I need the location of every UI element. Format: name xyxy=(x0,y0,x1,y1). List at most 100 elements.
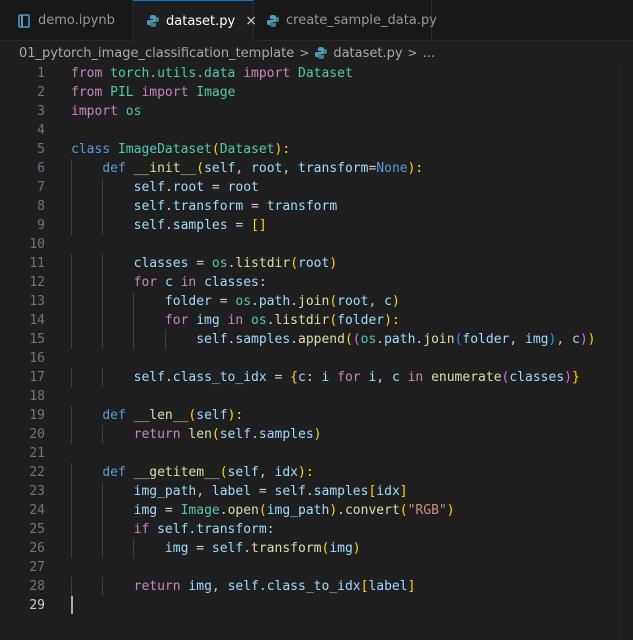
line-number: 20 xyxy=(29,427,45,442)
code-token: self xyxy=(196,408,228,423)
code-token: [] xyxy=(251,218,267,233)
code-token: samples xyxy=(172,218,228,233)
code-line[interactable]: 22 def __getitem__(self, idx): xyxy=(0,463,633,482)
code-token: os xyxy=(360,332,377,347)
code-line[interactable]: 19 def __len__(self): xyxy=(0,406,633,425)
code-line[interactable]: 8 self.transform = transform xyxy=(0,197,633,216)
code-line[interactable]: 9 self.samples = [] xyxy=(0,216,633,235)
code-text: img = Image.open(img_path).convert("RGB"… xyxy=(71,501,455,520)
code-line[interactable]: 13 folder = os.path.join(root, c) xyxy=(0,292,633,311)
code-line[interactable]: 7 self.root = root xyxy=(0,178,633,197)
indent-guide xyxy=(102,311,104,330)
code-token: } xyxy=(571,370,580,385)
code-token: self xyxy=(133,199,165,214)
chevron-right-icon: > xyxy=(299,46,310,60)
code-line[interactable]: 20 return len(self.samples) xyxy=(0,425,633,444)
code-token: c xyxy=(391,370,400,385)
code-token: folder xyxy=(337,313,385,328)
code-token: ] xyxy=(399,484,408,499)
code-line[interactable]: 18 xyxy=(0,387,633,406)
code-line[interactable]: 21 xyxy=(0,444,633,463)
code-line[interactable]: 10 xyxy=(0,235,633,254)
indent-guide xyxy=(102,577,104,596)
tab-create-sample-data-py[interactable]: create_sample_data.py xyxy=(254,0,437,41)
code-line[interactable]: 14 for img in os.listdir(folder): xyxy=(0,311,633,330)
python-icon xyxy=(146,13,160,29)
code-token: root xyxy=(251,161,283,176)
code-token: ( xyxy=(329,313,338,328)
tab-demo-ipynb[interactable]: demo.ipynb xyxy=(0,0,133,41)
code-token: root xyxy=(172,180,205,195)
code-token: classes xyxy=(204,275,259,290)
indent-guide xyxy=(71,273,72,292)
code-text: classes = os.listdir(root) xyxy=(71,254,338,273)
code-line[interactable]: 11 classes = os.listdir(root) xyxy=(0,254,633,273)
code-token: = xyxy=(157,503,181,518)
code-token: self xyxy=(227,465,259,480)
indent-guide xyxy=(71,463,72,482)
code-line[interactable]: 29 xyxy=(0,596,633,615)
line-number: 2 xyxy=(37,85,45,100)
indent-guide xyxy=(71,501,72,520)
code-line[interactable]: 4 xyxy=(0,121,633,140)
code-line[interactable]: 12 for c in classes: xyxy=(0,273,633,292)
line-number: 23 xyxy=(29,484,45,499)
code-token: import xyxy=(243,66,291,81)
code-token: . xyxy=(219,503,228,518)
code-token: . xyxy=(243,541,252,556)
code-line[interactable]: 28 return img, self.class_to_idx[label] xyxy=(0,577,633,596)
code-token: img xyxy=(329,541,353,556)
code-text: return img, self.class_to_idx[label] xyxy=(71,577,416,596)
code-token: def xyxy=(102,408,134,423)
indent-guide xyxy=(133,311,135,330)
tab-dataset-py[interactable]: dataset.py × xyxy=(133,0,257,41)
code-token: , xyxy=(258,465,275,480)
code-text: img = self.transform(img) xyxy=(71,539,361,558)
code-token: img xyxy=(196,313,220,328)
code-text: from PIL import Image xyxy=(71,83,235,102)
code-line[interactable]: 6 def __init__(self, root, transform=Non… xyxy=(0,159,633,178)
line-number: 13 xyxy=(29,294,45,309)
code-line[interactable]: 5 class ImageDataset(Dataset): xyxy=(0,140,633,159)
code-line[interactable]: 27 xyxy=(0,558,633,577)
code-token: ) xyxy=(329,503,338,518)
indent-guide xyxy=(71,425,72,444)
code-token: class_to_idx xyxy=(266,579,361,594)
indent-guide xyxy=(71,520,72,539)
code-token: : xyxy=(266,522,275,537)
code-line[interactable]: 25 if self.transform: xyxy=(0,520,633,539)
code-line[interactable]: 3 import os xyxy=(0,102,633,121)
code-line[interactable]: 15 self.samples.append((os.path.join(fol… xyxy=(0,330,633,349)
breadcrumb-folder[interactable]: 01_pytorch_image_classification_template xyxy=(19,46,294,61)
code-line[interactable]: 17 self.class_to_idx = {c: i for i, c in… xyxy=(0,368,633,387)
code-token: path xyxy=(384,332,416,347)
python-icon xyxy=(314,46,328,60)
code-token: Image xyxy=(180,503,220,518)
code-token: ( xyxy=(219,465,228,480)
code-line[interactable]: 24 img = Image.open(img_path).convert("R… xyxy=(0,501,633,520)
code-line[interactable]: 2 from PIL import Image xyxy=(0,83,633,102)
indent-guide xyxy=(71,539,72,558)
code-editor[interactable]: 1 from torch.utils.data import Dataset 2 fr… xyxy=(0,64,633,640)
breadcrumb-file[interactable]: dataset.py xyxy=(333,46,402,61)
code-token: in xyxy=(172,275,205,290)
code-line[interactable]: 16 xyxy=(0,349,633,368)
code-line[interactable]: 23 img_path, label = self.samples[idx] xyxy=(0,482,633,501)
code-token: listdir xyxy=(274,313,330,328)
code-token: Dataset xyxy=(219,142,275,157)
code-line[interactable]: 26 img = self.transform(img) xyxy=(0,539,633,558)
code-line[interactable]: 1 from torch.utils.data import Dataset xyxy=(0,64,633,83)
indent-guide xyxy=(133,330,135,349)
code-token: . xyxy=(164,370,173,385)
code-token: root xyxy=(227,180,259,195)
code-text: def __len__(self): xyxy=(71,406,243,425)
code-text: for img in os.listdir(folder): xyxy=(71,311,400,330)
code-token: os xyxy=(117,104,142,119)
vertical-scrollbar[interactable] xyxy=(619,64,633,640)
code-token: = xyxy=(188,541,212,556)
breadcrumb-more[interactable]: ... xyxy=(423,46,435,61)
code-token: __getitem__ xyxy=(133,465,220,480)
code-token: os xyxy=(251,313,267,328)
code-token: folder xyxy=(164,294,212,309)
